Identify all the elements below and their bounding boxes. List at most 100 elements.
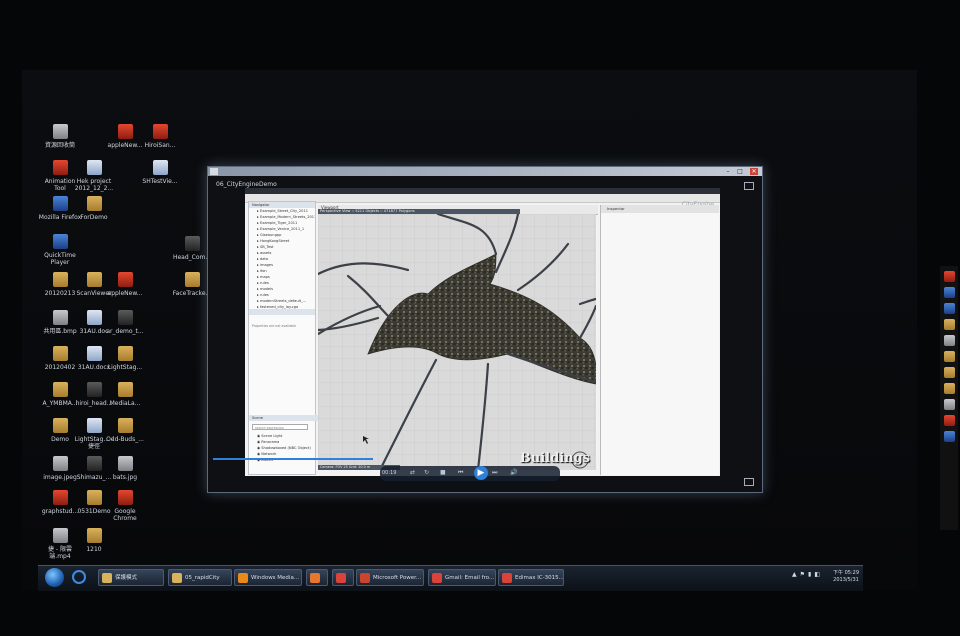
scene-title: Scene bbox=[249, 415, 318, 421]
file-icon bbox=[184, 236, 200, 251]
media-player-icon bbox=[238, 573, 248, 583]
close-button[interactable]: ✕ bbox=[750, 168, 758, 175]
shuffle-icon[interactable]: ⇄ bbox=[410, 469, 415, 476]
dock-firefox-icon[interactable] bbox=[943, 287, 955, 298]
desktop-icon[interactable]: MediaLa... bbox=[103, 382, 147, 407]
taskbar-item[interactable]: 保護模式 bbox=[98, 569, 164, 586]
city-model-render bbox=[318, 214, 596, 470]
desktop-icon-label: 1210 bbox=[86, 546, 102, 553]
desktop-icon[interactable]: bats.jpg bbox=[103, 456, 147, 481]
properties-message: Properties are not available bbox=[252, 324, 296, 328]
taskbar-item[interactable]: 05_rapidCity bbox=[168, 569, 232, 586]
folder-icon bbox=[86, 528, 102, 543]
inspector-title: Inspector bbox=[601, 205, 719, 213]
resize-icon[interactable] bbox=[744, 478, 754, 486]
dock-image-icon[interactable] bbox=[943, 335, 955, 346]
inspector-panel: Inspector bbox=[600, 205, 719, 475]
tray-icons[interactable]: ▲⚑▮◧ bbox=[792, 571, 823, 578]
taskbar-item-label: 05_rapidCity bbox=[185, 575, 220, 581]
folder-icon bbox=[102, 573, 112, 583]
dock-folder-icon[interactable] bbox=[943, 383, 955, 394]
taskbar-item[interactable] bbox=[306, 569, 328, 586]
desktop-icon-label: HiroiSan... bbox=[144, 142, 176, 149]
quicktime-icon bbox=[52, 234, 68, 249]
folder-icon bbox=[117, 382, 133, 397]
volume-icon[interactable]: 🔊 bbox=[510, 469, 517, 476]
file-icon bbox=[117, 310, 133, 325]
navigator-tree: ▸ Example_Street_City_2011 ▸ Example_Mode… bbox=[249, 208, 315, 310]
dock-app-icon[interactable] bbox=[943, 415, 955, 426]
desktop-icon[interactable]: LightStag... bbox=[103, 346, 147, 371]
start-orb-icon[interactable] bbox=[45, 568, 64, 587]
desktop-icon[interactable]: Google Chrome bbox=[103, 490, 147, 522]
file-icon bbox=[86, 456, 102, 471]
next-icon[interactable]: ⏭ bbox=[492, 469, 497, 477]
chrome-icon bbox=[117, 490, 133, 505]
desktop-icon[interactable]: ForDemo bbox=[72, 196, 116, 221]
desktop-icon[interactable]: SHTestVie... bbox=[138, 160, 182, 185]
scene-search-input[interactable]: search expression bbox=[252, 424, 308, 430]
desktop-icon-label: LightStag... bbox=[107, 364, 143, 371]
window-title: 06_CityEngineDemo bbox=[216, 181, 277, 188]
desktop-icon[interactable]: 1210 bbox=[72, 528, 116, 553]
taskbar-item[interactable]: Gmail: Email fro... bbox=[428, 569, 496, 586]
stop-icon[interactable]: ■ bbox=[440, 469, 446, 476]
dock-quicktime-icon[interactable] bbox=[943, 303, 955, 314]
taskbar-item-label: Windows Media... bbox=[251, 575, 300, 581]
desktop-icon[interactable]: Odd-Buds_... bbox=[103, 418, 147, 443]
doc-icon bbox=[152, 160, 168, 175]
seek-bar[interactable] bbox=[213, 458, 373, 460]
desktop-icon[interactable]: Hek project 2012_12_2... bbox=[72, 160, 116, 192]
play-icon[interactable]: ▶ bbox=[474, 466, 488, 480]
folder-icon bbox=[117, 418, 133, 433]
taskbar-item[interactable]: Microsoft Power... bbox=[356, 569, 424, 586]
taskbar-item[interactable] bbox=[332, 569, 354, 586]
taskbar-item[interactable]: Edimax IC-3015... bbox=[498, 569, 564, 586]
image-icon bbox=[52, 456, 68, 471]
chrome-icon bbox=[336, 573, 346, 583]
dock-folder-icon[interactable] bbox=[943, 367, 955, 378]
ie-icon[interactable] bbox=[72, 570, 86, 584]
folder-icon bbox=[52, 272, 68, 287]
dock-folder-icon[interactable] bbox=[943, 319, 955, 330]
folder-icon bbox=[184, 272, 200, 287]
desktop-icon-label: MediaLa... bbox=[109, 400, 141, 407]
app-icon bbox=[152, 124, 168, 139]
dock-folder-icon[interactable] bbox=[943, 351, 955, 362]
taskbar: 保護模式 05_rapidCity Windows Media... Microsof… bbox=[38, 565, 863, 591]
minimize-button[interactable]: – bbox=[724, 168, 732, 175]
app-icon bbox=[52, 160, 68, 175]
app-icon bbox=[117, 124, 133, 139]
repeat-icon[interactable]: ↻ bbox=[424, 469, 429, 476]
folder-icon bbox=[86, 490, 102, 505]
desktop-icon-label: QuickTime Player bbox=[44, 252, 76, 266]
desktop-icon[interactable]: HiroiSan... bbox=[138, 124, 182, 149]
desktop-icon-label: 資源回收筒 bbox=[44, 142, 75, 149]
fullscreen-icon[interactable] bbox=[744, 182, 754, 190]
viewport-3d[interactable]: Buildings Camera: FOV 25 Grid: 20.0 m bbox=[318, 214, 596, 470]
taskbar-item[interactable]: Windows Media... bbox=[234, 569, 302, 586]
dock-animation-tool-icon[interactable] bbox=[943, 271, 955, 282]
desktop-icon-label: ar_demo_t... bbox=[106, 328, 144, 335]
taskbar-item-label: Edimax IC-3015... bbox=[515, 575, 564, 581]
previous-icon[interactable]: ⏮ bbox=[458, 469, 463, 477]
system-clock[interactable]: 下午 05:29 2013/5/31 bbox=[833, 570, 859, 584]
navigator-panel: Navigator ▸ Example_Street_City_2011 ▸ Ex… bbox=[248, 201, 318, 475]
app-icon bbox=[117, 272, 133, 287]
dock-chrome-icon[interactable] bbox=[943, 431, 955, 442]
image-icon bbox=[117, 456, 133, 471]
app-icon bbox=[210, 168, 218, 175]
desktop-icon-label: Google Chrome bbox=[113, 508, 137, 522]
image-icon bbox=[52, 310, 68, 325]
desktop-icon[interactable]: ar_demo_t... bbox=[103, 310, 147, 335]
dock-image-icon[interactable] bbox=[943, 399, 955, 410]
folder-icon bbox=[86, 272, 102, 287]
desktop-icon-label: Odd-Buds_... bbox=[106, 436, 144, 443]
firefox-icon bbox=[310, 573, 320, 583]
desktop-icon[interactable]: appleNew... bbox=[103, 272, 147, 297]
maximize-button[interactable]: □ bbox=[736, 168, 744, 175]
desktop-icon[interactable]: QuickTime Player bbox=[38, 234, 82, 266]
desktop-icon[interactable]: 資源回收筒 bbox=[38, 124, 82, 149]
folder-icon bbox=[172, 573, 182, 583]
window-title-bar[interactable]: – □ ✕ bbox=[208, 167, 762, 176]
